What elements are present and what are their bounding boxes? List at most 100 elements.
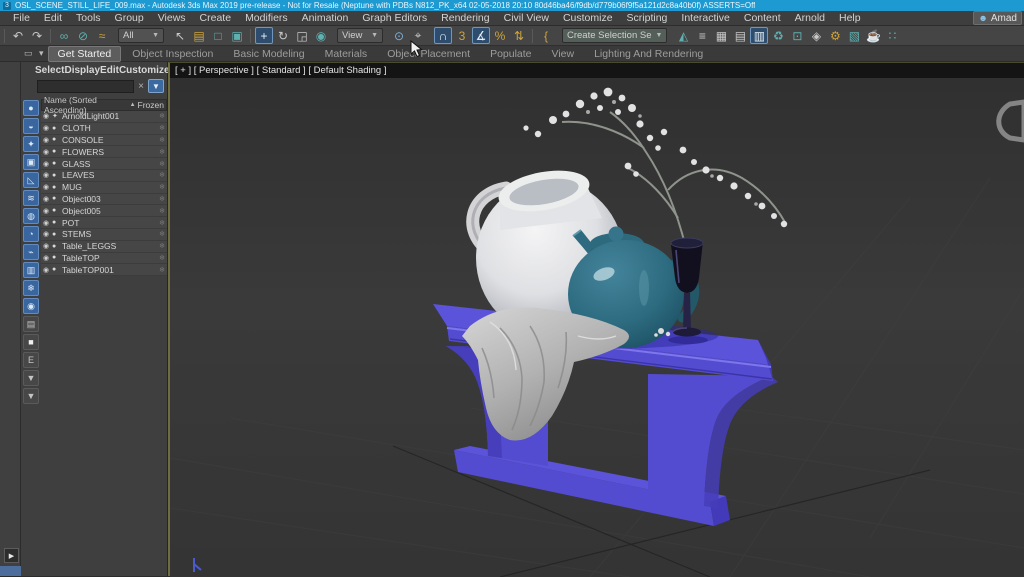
display-cameras-icon[interactable]: ▣ (23, 154, 39, 170)
visibility-eye-icon[interactable]: ◉ (43, 112, 52, 120)
object-name[interactable]: MUG (62, 182, 157, 192)
container-list-icon[interactable]: ▤ (23, 316, 39, 332)
menu-item[interactable]: Graph Editors (355, 11, 434, 26)
selection-region-icon[interactable]: □ (209, 27, 227, 44)
filter-icon[interactable]: ▼ (23, 388, 39, 404)
frozen-toggle-icon[interactable]: ❄ (157, 160, 165, 168)
scene-object-row[interactable]: ◉ ● MUG ❄ (41, 182, 167, 194)
display-materials-icon[interactable]: ◍ (23, 208, 39, 224)
perspective-viewport[interactable]: [ + ] [ Perspective ] [ Standard ] [ Def… (168, 62, 1024, 576)
frozen-toggle-icon[interactable]: ❄ (157, 171, 165, 179)
render-production-icon[interactable]: ☕ (864, 27, 882, 44)
viewport-3d-scene[interactable] (170, 78, 1024, 577)
menu-item[interactable]: Customize (556, 11, 620, 26)
visibility-eye-icon[interactable]: ◉ (43, 160, 52, 168)
swatch-icon[interactable]: ■ (23, 334, 39, 350)
visibility-eye-icon[interactable]: ◉ (43, 207, 52, 215)
menu-item[interactable]: Create (193, 11, 239, 26)
bind-to-space-warp-icon[interactable]: ≈ (93, 27, 111, 44)
render-flyout-icon[interactable]: ∷ (883, 27, 901, 44)
ribbon-tab[interactable]: Materials (316, 47, 377, 61)
scene-object-row[interactable]: ◉ ● POT ❄ (41, 217, 167, 229)
keyboard-shortcut-override-icon[interactable]: { (537, 27, 555, 44)
frozen-toggle-icon[interactable]: ❄ (157, 254, 165, 262)
visibility-eye-icon[interactable]: ◉ (43, 183, 52, 191)
filter-icon[interactable]: ▼ (148, 79, 164, 93)
selection-filter-dropdown[interactable]: All ▼ (118, 28, 164, 43)
frozen-toggle-icon[interactable]: ❄ (157, 183, 165, 191)
visibility-eye-icon[interactable]: ◉ (43, 136, 52, 144)
ribbon-tab[interactable]: Object Inspection (123, 47, 222, 61)
viewcube-home-icon[interactable] (999, 102, 1024, 140)
menu-item[interactable]: Scripting (620, 11, 675, 26)
frozen-toggle-icon[interactable]: ❄ (157, 112, 165, 120)
menu-item[interactable]: Rendering (434, 11, 496, 26)
menu-item[interactable]: Modifiers (238, 11, 295, 26)
frozen-toggle-icon[interactable]: ❄ (157, 136, 165, 144)
display-containers-icon[interactable]: ▥ (23, 262, 39, 278)
filter-settings-icon[interactable]: ▼ (23, 370, 39, 386)
object-name[interactable]: CLOTH (62, 123, 157, 133)
display-spacewarps-icon[interactable]: ≋ (23, 190, 39, 206)
frozen-toggle-icon[interactable]: ❄ (157, 242, 165, 250)
visibility-eye-icon[interactable]: ◉ (43, 266, 52, 274)
layer-explorer-icon[interactable]: ▤ (731, 27, 749, 44)
snap-3d-icon[interactable]: 3 (453, 27, 471, 44)
visibility-eye-icon[interactable]: ◉ (43, 124, 52, 132)
visibility-eye-icon[interactable]: ◉ (43, 171, 52, 179)
display-bones-icon[interactable]: ⌁ (23, 244, 39, 260)
menu-item[interactable]: File (6, 11, 37, 26)
scene-object-row[interactable]: ◉ ● STEMS ❄ (41, 229, 167, 241)
select-object-icon[interactable]: ↖ (171, 27, 189, 44)
menu-item[interactable]: Help (832, 11, 868, 26)
ribbon-tab[interactable]: Populate (481, 47, 540, 61)
unlink-selection-icon[interactable]: ⊘ (74, 27, 92, 44)
scene-object-row[interactable]: ◉ ● TableTOP ❄ (41, 253, 167, 265)
menu-item[interactable]: Content (737, 11, 788, 26)
frozen-toggle-icon[interactable]: ❄ (157, 124, 165, 132)
scene-object-row[interactable]: ◉ ● CONSOLE ❄ (41, 135, 167, 147)
visibility-eye-icon[interactable]: ◉ (43, 242, 52, 250)
viewport-label[interactable]: [ + ] [ Perspective ] [ Standard ] [ Def… (175, 65, 387, 76)
object-name[interactable]: TableTOP001 (62, 265, 157, 275)
display-helpers-icon[interactable]: ◺ (23, 172, 39, 188)
visibility-eye-icon[interactable]: ◉ (43, 195, 52, 203)
ribbon-tab[interactable]: Basic Modeling (224, 47, 313, 61)
object-name[interactable]: FLOWERS (62, 147, 157, 157)
sign-in-button[interactable]: ☻ Amad (973, 11, 1022, 25)
window-crossing-icon[interactable]: ▣ (228, 27, 246, 44)
frozen-toggle-icon[interactable]: ❄ (157, 266, 165, 274)
snaps-toggle-icon[interactable]: ∩ (434, 27, 452, 44)
ribbon-tab[interactable]: Lighting And Rendering (585, 47, 712, 61)
object-name[interactable]: Object005 (62, 206, 157, 216)
angle-snap-icon[interactable]: ∡ (472, 27, 490, 44)
render-setup-icon[interactable]: ⚙ (826, 27, 844, 44)
ribbon-tab[interactable]: View (543, 47, 584, 61)
redo-icon[interactable]: ↷ (28, 27, 46, 44)
scene-object-row[interactable]: ◉ ● LEAVES ❄ (41, 170, 167, 182)
mirror-icon[interactable]: ◭ (674, 27, 692, 44)
scene-object-row[interactable]: ◉ ● FLOWERS ❄ (41, 146, 167, 158)
edit-mode-icon[interactable]: E (23, 352, 39, 368)
display-geometry-icon[interactable]: ● (23, 100, 39, 116)
display-shapes-icon[interactable]: ◒ (23, 118, 39, 134)
named-selection-sets-dropdown[interactable]: Create Selection Se ▼ (562, 28, 667, 43)
scene-object-row[interactable]: ◉ ● GLASS ❄ (41, 158, 167, 170)
scene-explorer-menu-item[interactable]: Display (64, 65, 100, 76)
display-hidden-icon[interactable]: ◉ (23, 298, 39, 314)
scene-object-row[interactable]: ◉ ● Object005 ❄ (41, 205, 167, 217)
scene-object-row[interactable]: ◉ ● Table_LEGGS ❄ (41, 241, 167, 253)
frozen-column-header[interactable]: Frozen (138, 100, 164, 110)
spinner-snap-icon[interactable]: ⇅ (510, 27, 528, 44)
ribbon-tab[interactable]: Get Started (48, 46, 122, 62)
select-by-name-icon[interactable]: ▤ (190, 27, 208, 44)
coordinate-system-dropdown[interactable]: View ▼ (337, 28, 383, 43)
schematic-view-icon[interactable]: ◈ (807, 27, 825, 44)
scene-explorer-menu-item[interactable]: Customize (119, 65, 170, 76)
object-name[interactable]: POT (62, 218, 157, 228)
frozen-toggle-icon[interactable]: ❄ (157, 230, 165, 238)
select-and-rotate-icon[interactable]: ↻ (274, 27, 292, 44)
curve-editor-icon[interactable]: ▦ (712, 27, 730, 44)
undo-icon[interactable]: ↶ (9, 27, 27, 44)
menu-item[interactable]: Group (108, 11, 151, 26)
